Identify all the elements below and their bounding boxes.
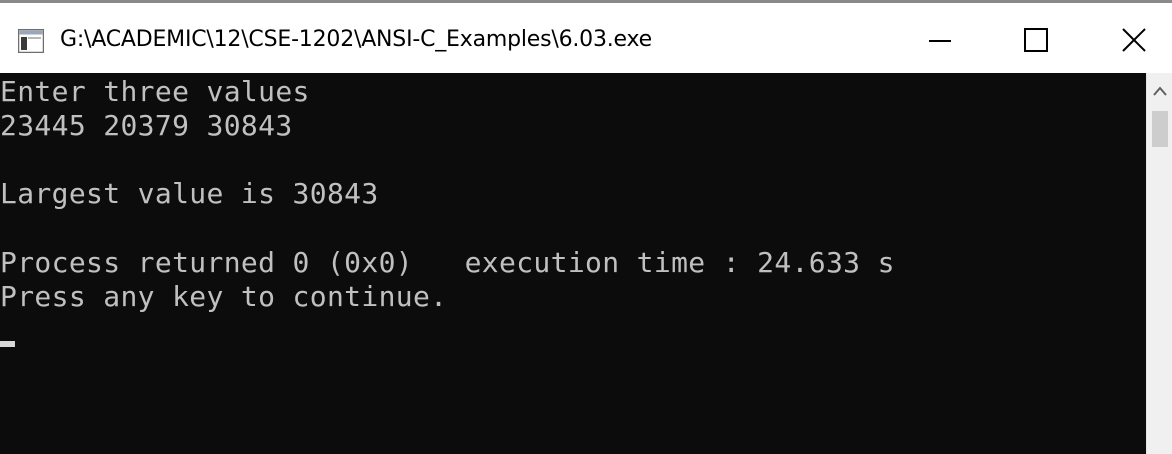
vertical-scrollbar[interactable] [1146, 73, 1172, 454]
close-icon [1122, 28, 1146, 52]
scroll-up-button[interactable] [1147, 73, 1172, 109]
console-line-prompt: Enter three values [0, 75, 310, 108]
console-line-input: 23445 20379 30843 [0, 109, 293, 142]
window-title: G:\ACADEMIC\12\CSE-1202\ANSI-C_Examples\… [60, 27, 652, 52]
maximize-button[interactable] [988, 3, 1084, 73]
minimize-icon [929, 40, 951, 42]
console-line-result: Largest value is 30843 [0, 177, 379, 210]
console-app-icon[interactable] [17, 28, 45, 54]
console-line-process-status: Process returned 0 (0x0) execution time … [0, 246, 895, 279]
maximize-icon [1024, 28, 1048, 52]
console-output[interactable]: Enter three values 23445 20379 30843 Lar… [0, 73, 1146, 454]
text-cursor [0, 341, 15, 347]
scroll-thumb[interactable] [1152, 111, 1168, 147]
close-button[interactable] [1084, 3, 1172, 73]
minimize-button[interactable] [892, 3, 988, 73]
chevron-up-icon [1153, 86, 1167, 96]
console-line-continue: Press any key to continue. [0, 280, 448, 313]
console-window: G:\ACADEMIC\12\CSE-1202\ANSI-C_Examples\… [0, 0, 1172, 454]
